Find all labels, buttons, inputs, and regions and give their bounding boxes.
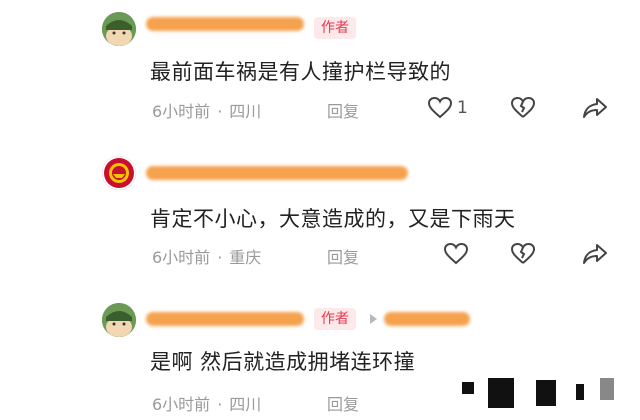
author-badge: 作者	[314, 308, 356, 330]
reply-target-redacted	[384, 312, 470, 326]
avatar[interactable]	[102, 156, 136, 190]
redaction-block	[536, 380, 556, 406]
comment-text: 最前面车祸是有人撞护栏导致的	[150, 60, 451, 84]
redaction-block	[462, 382, 474, 394]
author-badge: 作者	[314, 17, 356, 39]
share-arrow-icon[interactable]	[582, 243, 608, 265]
comment-meta: 6小时前 · 四川 回复	[152, 391, 359, 415]
avatar[interactable]	[102, 303, 136, 337]
separator-dot: ·	[217, 102, 223, 121]
comment-location: 重庆	[229, 248, 262, 267]
broken-heart-icon[interactable]	[511, 97, 535, 119]
comment-time: 6小时前	[152, 248, 211, 267]
redaction-block	[576, 384, 584, 400]
comment-time: 6小时前	[152, 102, 211, 121]
reply-button[interactable]: 回复	[327, 244, 359, 268]
comment-meta: 6小时前 · 四川 回复	[152, 98, 359, 122]
heart-outline-icon[interactable]	[428, 97, 452, 119]
separator-dot: ·	[217, 248, 223, 267]
comment-location: 四川	[229, 102, 262, 121]
reply-button[interactable]: 回复	[327, 391, 359, 415]
redaction-block	[488, 378, 514, 408]
broken-heart-icon[interactable]	[511, 243, 535, 265]
share-arrow-icon[interactable]	[582, 97, 608, 119]
redaction-block	[600, 378, 614, 400]
like-count: 1	[457, 98, 468, 118]
comment-text: 是啊 然后就造成拥堵连环撞	[150, 350, 416, 374]
reply-button[interactable]: 回复	[327, 98, 359, 122]
reply-to-arrow-icon	[370, 314, 377, 324]
heart-outline-icon[interactable]	[444, 243, 468, 265]
username-redacted	[146, 17, 304, 31]
username-redacted	[146, 166, 408, 180]
comment-meta: 6小时前 · 重庆 回复	[152, 244, 359, 268]
username-redacted	[146, 312, 304, 326]
separator-dot: ·	[217, 395, 223, 414]
comment-text: 肯定不小心，大意造成的，又是下雨天	[150, 207, 516, 231]
comment-location: 四川	[229, 395, 262, 414]
avatar[interactable]	[102, 12, 136, 46]
comment-time: 6小时前	[152, 395, 211, 414]
